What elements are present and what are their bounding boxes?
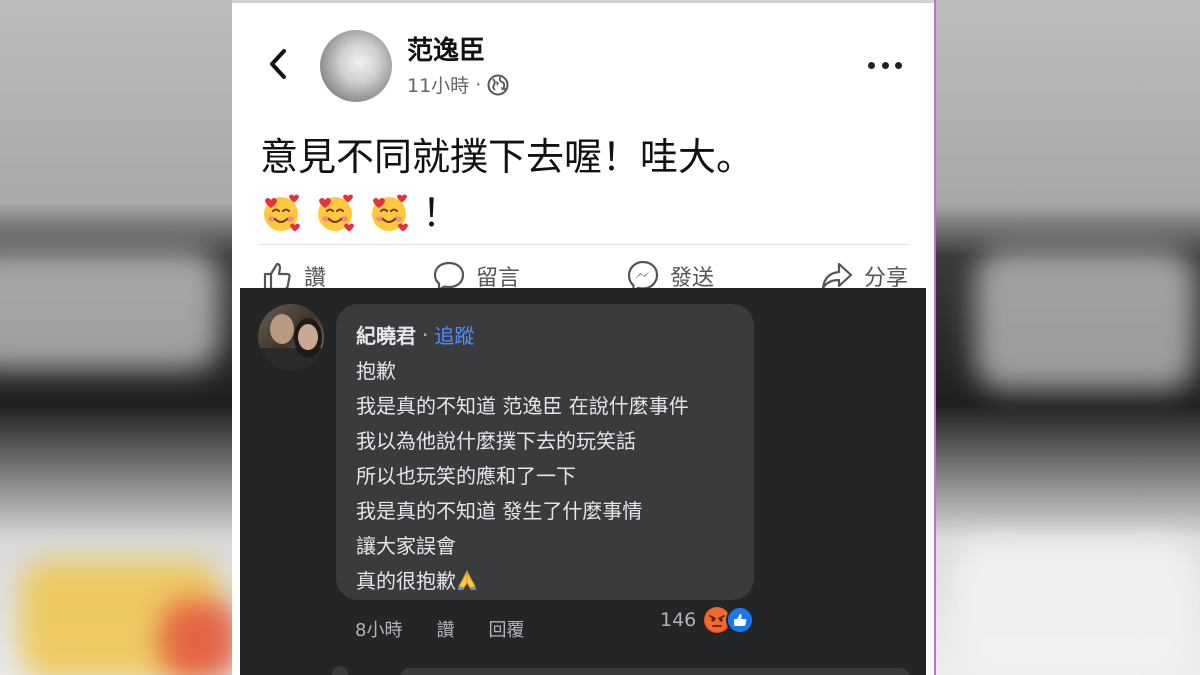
chevron-left-icon [270, 49, 286, 79]
comment-header: 紀曉君 · 追蹤 [356, 320, 474, 349]
send-label: 發送 [669, 266, 714, 288]
dot-icon [881, 61, 889, 69]
smiling-face-with-hearts-icon [264, 194, 300, 232]
comment-line: 抱歉 [356, 359, 396, 383]
commenter-name[interactable]: 紀曉君 [356, 320, 416, 349]
comment-actions: 8小時 讚 回覆 [355, 616, 524, 642]
smiling-face-with-hearts-icon [372, 194, 408, 232]
comment-icon [433, 261, 465, 288]
post-author-name[interactable]: 范逸臣 [407, 30, 485, 67]
comment-button[interactable]: 留言 [432, 259, 520, 288]
comment-line: 讓大家誤會 [356, 534, 456, 558]
like-button[interactable]: 讚 [260, 259, 326, 288]
comment-line: 真的很抱歉 [356, 569, 456, 593]
share-icon [821, 262, 853, 288]
meta-separator: · [475, 73, 482, 96]
globe-icon [487, 74, 509, 95]
header-separator: · [422, 322, 429, 347]
post-divider [260, 244, 908, 245]
comment-section: 紀曉君 · 追蹤 抱歉 我是真的不知道 范逸臣 在說什麼事件 我以為他說什麼撲下… [240, 288, 926, 675]
smiling-face-with-hearts-icon [318, 194, 354, 232]
share-button[interactable]: 分享 [820, 259, 908, 288]
dot-icon [868, 61, 875, 69]
post-timestamp[interactable]: 11小時 [407, 71, 469, 98]
follow-link[interactable]: 追蹤 [434, 320, 474, 349]
post-emoji-line: ！ [260, 185, 900, 241]
comment-reply-button[interactable]: 回覆 [488, 616, 524, 642]
commenter-avatar[interactable] [258, 304, 324, 370]
dot-icon [895, 61, 902, 69]
send-button[interactable]: 發送 [626, 259, 714, 288]
facebook-post: 范逸臣 11小時 · 意見不同就撲下去喔！哇大。 ！ 讚 留言 發送 分享 [232, 3, 934, 288]
screenshot-frame: 范逸臣 11小時 · 意見不同就撲下去喔！哇大。 ！ 讚 留言 發送 分享 紀曉… [232, 0, 936, 675]
blurred-backdrop-left [0, 0, 240, 675]
reaction-count: 146 [660, 609, 697, 631]
post-text-suffix: ！ [422, 191, 461, 235]
comment-label: 留言 [475, 266, 520, 288]
post-body: 意見不同就撲下去喔！哇大。 ！ [260, 129, 900, 241]
comment-line: 我以為他說什麼撲下去的玩笑話 [356, 429, 636, 453]
comment-bubble: 紀曉君 · 追蹤 抱歉 我是真的不知道 范逸臣 在說什麼事件 我以為他說什麼撲下… [336, 304, 754, 600]
share-label: 分享 [863, 266, 908, 288]
comment-like-button[interactable]: 讚 [436, 616, 454, 642]
like-icon [726, 606, 755, 634]
reaction-summary[interactable]: 146 [660, 606, 755, 634]
comment-text: 抱歉 我是真的不知道 范逸臣 在說什麼事件 我以為他說什麼撲下去的玩笑話 所以也… [356, 354, 689, 599]
thumbs-up-icon [263, 262, 291, 288]
post-text-line: 意見不同就撲下去喔！哇大。 [260, 135, 755, 179]
comment-line: 所以也玩笑的應和了一下 [356, 464, 576, 488]
blurred-backdrop-right [935, 0, 1200, 675]
comment-last-line: 真的很抱歉 [356, 564, 689, 599]
comment-line: 我是真的不知道 發生了什麼事情 [356, 499, 643, 523]
back-button[interactable] [266, 47, 290, 81]
next-comment-avatar [332, 666, 348, 675]
like-label: 讚 [304, 266, 327, 288]
comment-line: 我是真的不知道 范逸臣 在說什麼事件 [356, 394, 689, 418]
post-meta: 11小時 · [407, 71, 509, 98]
author-avatar[interactable] [320, 30, 392, 102]
next-comment-bubble [400, 668, 910, 675]
post-action-bar: 讚 留言 發送 分享 [260, 259, 908, 288]
comment-timestamp[interactable]: 8小時 [355, 616, 402, 642]
folded-hands-icon [458, 569, 476, 590]
messenger-icon [627, 260, 659, 288]
more-options-button[interactable] [868, 57, 902, 73]
